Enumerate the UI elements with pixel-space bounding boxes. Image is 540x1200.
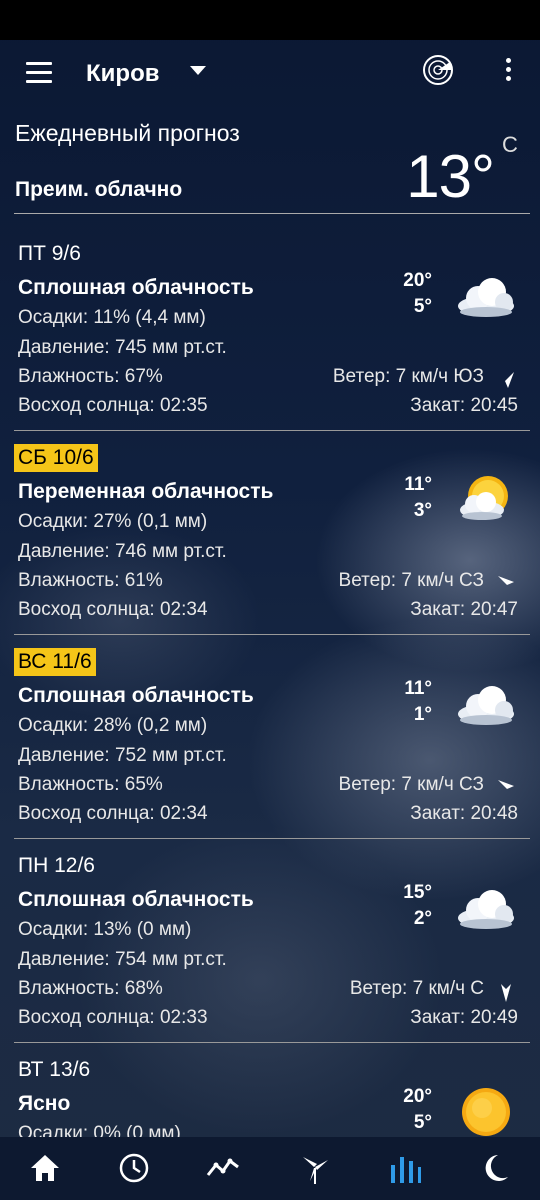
day-sunrise: Восход солнца: 02:34 xyxy=(18,803,208,824)
day-sunset: Закат: 20:48 xyxy=(410,803,518,824)
day-low-temp: 5° xyxy=(413,1112,432,1133)
day-condition: Сплошная облачность xyxy=(18,684,254,707)
day-humidity: Влажность: 61% xyxy=(18,570,163,591)
menu-icon[interactable] xyxy=(22,58,56,88)
day-forecast-item[interactable]: СБ 10/6 Переменная облачность Осадки: 27% … xyxy=(0,444,540,644)
day-sunset: Закат: 20:47 xyxy=(410,599,518,620)
day-condition: Ясно xyxy=(18,1092,71,1115)
divider xyxy=(14,634,530,635)
temperature-unit[interactable]: C xyxy=(502,132,518,158)
day-wind: Ветер: 7 км/ч СЗ xyxy=(338,774,484,795)
day-date: ВС 11/6 xyxy=(14,648,96,676)
bottom-navigation xyxy=(0,1137,540,1200)
day-low-temp: 3° xyxy=(413,500,432,521)
current-condition: Преим. облачно xyxy=(15,178,183,201)
wind-direction-icon xyxy=(494,572,518,596)
wind-direction-icon xyxy=(494,980,518,1004)
graph-icon[interactable] xyxy=(206,1151,240,1185)
more-options-icon[interactable] xyxy=(500,58,516,88)
day-precipitation: Осадки: 13% (0 мм) xyxy=(18,919,192,940)
day-sunrise: Восход солнца: 02:34 xyxy=(18,599,208,620)
page-title: Ежедневный прогноз xyxy=(15,120,240,146)
current-temperature: 13° xyxy=(406,143,495,210)
day-forecast-item[interactable]: ВТ 13/6 Ясно Осадки: 0% (0 мм) 20° 5° xyxy=(0,1056,540,1137)
day-condition: Сплошная облачность xyxy=(18,276,254,299)
day-precipitation: Осадки: 28% (0,2 мм) xyxy=(18,715,208,736)
day-condition: Сплошная облачность xyxy=(18,888,254,911)
day-condition: Переменная облачность xyxy=(18,480,274,503)
day-humidity: Влажность: 65% xyxy=(18,774,163,795)
day-pressure: Давление: 754 мм рт.ст. xyxy=(18,949,227,970)
day-high-temp: 20° xyxy=(403,270,432,291)
chevron-down-icon[interactable] xyxy=(190,66,206,75)
day-sunset: Закат: 20:45 xyxy=(410,395,518,416)
day-low-temp: 2° xyxy=(413,908,432,929)
day-high-temp: 11° xyxy=(404,678,432,699)
wind-direction-icon xyxy=(494,368,518,392)
bars-icon[interactable] xyxy=(388,1151,422,1185)
day-pressure: Давление: 746 мм рт.ст. xyxy=(18,541,227,562)
day-high-temp: 15° xyxy=(403,882,432,903)
day-sunset: Закат: 20:49 xyxy=(410,1007,518,1028)
divider xyxy=(14,1042,530,1043)
sun-icon xyxy=(454,1084,518,1137)
day-low-temp: 5° xyxy=(413,296,432,317)
day-forecast-item[interactable]: ВС 11/6 Сплошная облачность Осадки: 28% (0… xyxy=(0,648,540,848)
day-wind: Ветер: 7 км/ч ЮЗ xyxy=(332,366,484,387)
wind-direction-icon xyxy=(494,776,518,800)
day-sunrise: Восход солнца: 02:33 xyxy=(18,1007,208,1028)
day-wind: Ветер: 7 км/ч СЗ xyxy=(338,570,484,591)
status-bar xyxy=(0,0,540,40)
day-humidity: Влажность: 67% xyxy=(18,366,163,387)
day-date: ПТ 9/6 xyxy=(18,242,81,265)
day-precipitation: Осадки: 11% (4,4 мм) xyxy=(18,307,206,328)
day-precipitation: Осадки: 0% (0 мм) xyxy=(18,1123,181,1137)
day-date: ПН 12/6 xyxy=(18,854,95,877)
cloud-icon xyxy=(454,880,518,936)
day-date: ВТ 13/6 xyxy=(18,1058,91,1081)
day-pressure: Давление: 745 мм рт.ст. xyxy=(18,337,227,358)
day-date: СБ 10/6 xyxy=(14,444,98,472)
radar-icon[interactable] xyxy=(422,54,454,86)
cloud-icon xyxy=(454,676,518,732)
day-wind: Ветер: 7 км/ч С xyxy=(349,978,484,999)
partly-cloudy-icon xyxy=(454,472,518,528)
clock-icon[interactable] xyxy=(117,1151,151,1185)
city-name[interactable]: Киров xyxy=(86,60,159,88)
day-low-temp: 1° xyxy=(413,704,432,725)
divider xyxy=(14,213,530,214)
day-forecast-item[interactable]: ПН 12/6 Сплошная облачность Осадки: 13% (0… xyxy=(0,852,540,1052)
day-high-temp: 11° xyxy=(404,474,432,495)
day-precipitation: Осадки: 27% (0,1 мм) xyxy=(18,511,208,532)
day-humidity: Влажность: 68% xyxy=(18,978,163,999)
cloud-icon xyxy=(454,268,518,324)
day-high-temp: 20° xyxy=(403,1086,432,1107)
day-pressure: Давление: 752 мм рт.ст. xyxy=(18,745,227,766)
home-icon[interactable] xyxy=(28,1151,62,1185)
wind-turbine-icon[interactable] xyxy=(298,1151,332,1185)
day-forecast-item[interactable]: ПТ 9/6 Сплошная облачность Осадки: 11% (4,… xyxy=(0,240,540,440)
divider xyxy=(14,430,530,431)
top-bar: Киров xyxy=(0,40,540,106)
day-sunrise: Восход солнца: 02:35 xyxy=(18,395,208,416)
divider xyxy=(14,838,530,839)
moon-icon[interactable] xyxy=(478,1151,512,1185)
